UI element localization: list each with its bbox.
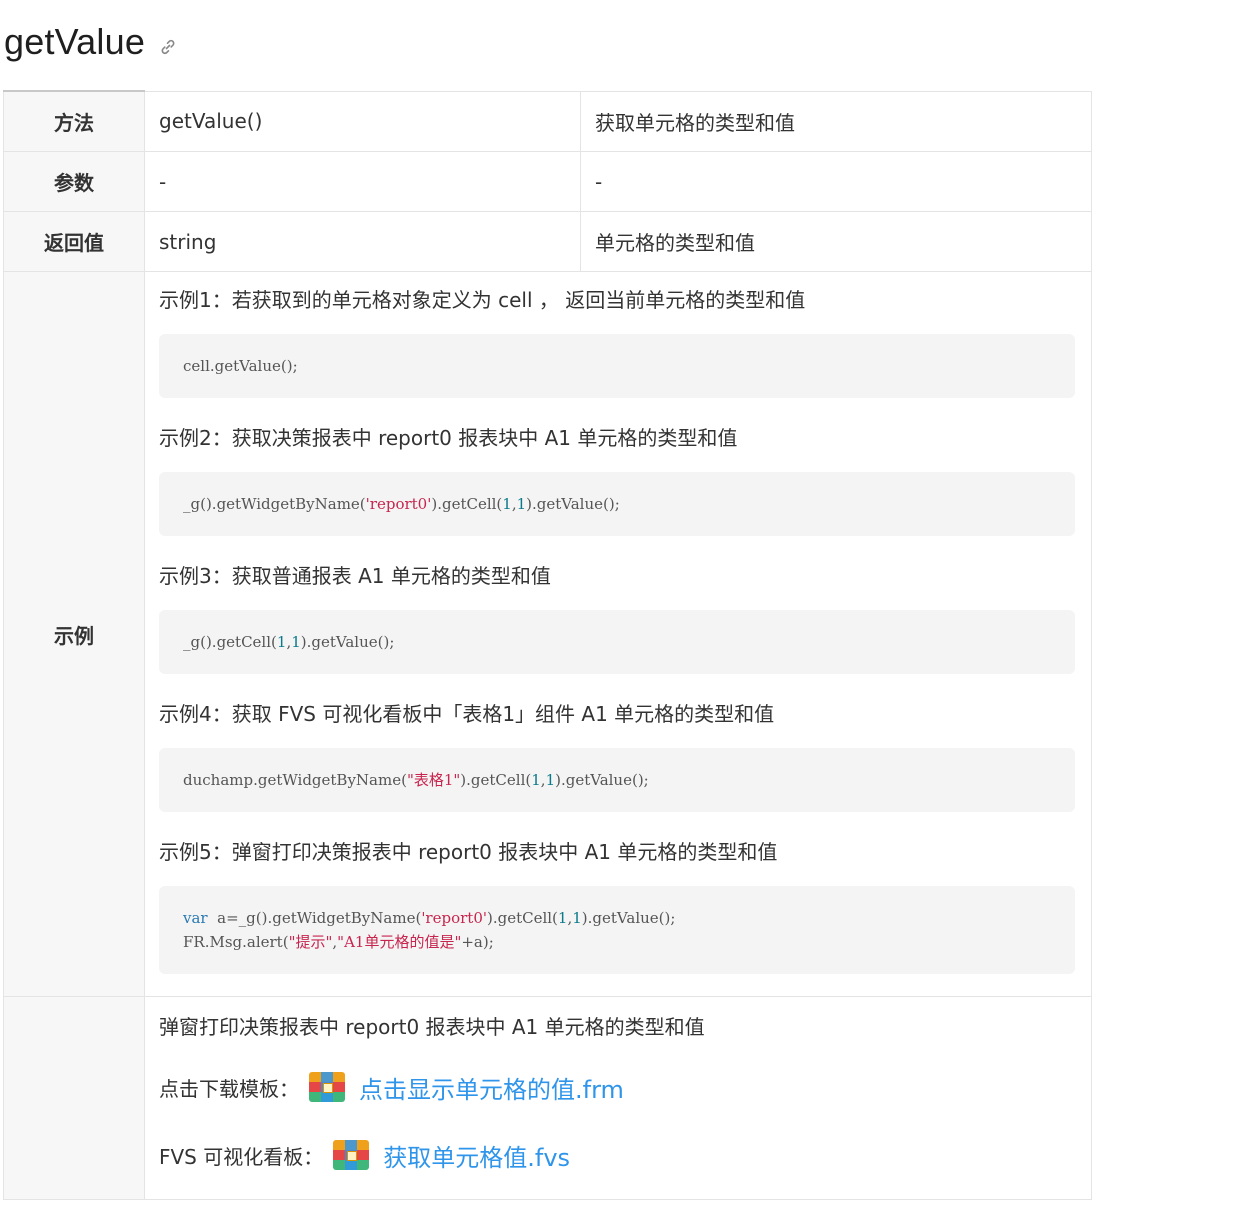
code-line: _g().getCell(1,1).getValue(); bbox=[183, 633, 394, 651]
table-row-return: 返回值 string 单元格的类型和值 bbox=[3, 211, 1092, 272]
row-value: - bbox=[144, 151, 581, 212]
code-token: ).getCell( bbox=[486, 909, 558, 927]
code-line: FR.Msg.alert("提示","A1单元格的值是"+a); bbox=[183, 930, 1051, 954]
code-string: "提示" bbox=[288, 933, 333, 951]
row-desc: - bbox=[580, 151, 1092, 212]
page-heading: getValue bbox=[4, 14, 177, 70]
code-number: 1 bbox=[276, 633, 287, 651]
code-line: _g().getWidgetByName('report0').getCell(… bbox=[183, 495, 620, 513]
examples-cell: 示例1：若获取到的单元格对象定义为 cell ， 返回当前单元格的类型和值 ce… bbox=[144, 271, 1092, 997]
row-value: string bbox=[144, 211, 581, 272]
example-3-code[interactable]: _g().getCell(1,1).getValue(); bbox=[159, 610, 1075, 674]
code-number: 1 bbox=[572, 909, 582, 927]
code-token: ).getCell( bbox=[431, 495, 503, 513]
table-row-method: 方法 getValue() 获取单元格的类型和值 bbox=[3, 90, 1092, 152]
row-key: 方法 bbox=[3, 90, 145, 152]
code-number: 1 bbox=[291, 633, 301, 651]
fvs-download-link[interactable]: 获取单元格值.fvs bbox=[383, 1138, 570, 1173]
example-2-code[interactable]: _g().getWidgetByName('report0').getCell(… bbox=[159, 472, 1075, 536]
code-line: duchamp.getWidgetByName("表格1").getCell(1… bbox=[183, 771, 649, 789]
table-row-examples: 示例 示例1：若获取到的单元格对象定义为 cell ， 返回当前单元格的类型和值… bbox=[3, 271, 1092, 997]
code-number: 1 bbox=[531, 771, 541, 789]
row-key: 返回值 bbox=[3, 211, 145, 272]
example-4-desc: 示例4：获取 FVS 可视化看板中「表格1」组件 A1 单元格的类型和值 bbox=[159, 702, 775, 726]
code-number: 1 bbox=[502, 495, 512, 513]
code-line: var a=_g().getWidgetByName('report0').ge… bbox=[183, 906, 1051, 930]
fvs-label: FVS 可视化看板： bbox=[159, 1144, 324, 1169]
code-token: ).getCell( bbox=[460, 771, 532, 789]
table-row-downloads: 弹窗打印决策报表中 report0 报表块中 A1 单元格的类型和值 点击下载模… bbox=[3, 996, 1092, 1200]
row-key bbox=[3, 996, 145, 1200]
row-desc: 获取单元格的类型和值 bbox=[580, 90, 1092, 152]
row-desc: 单元格的类型和值 bbox=[580, 211, 1092, 272]
code-token: a=_g().getWidgetByName( bbox=[207, 909, 422, 927]
example-2-desc: 示例2：获取决策报表中 report0 报表块中 A1 单元格的类型和值 bbox=[159, 426, 738, 450]
code-token: duchamp.getWidgetByName( bbox=[183, 771, 407, 789]
example-1-desc: 示例1：若获取到的单元格对象定义为 cell ， 返回当前单元格的类型和值 bbox=[159, 288, 806, 312]
row-value: getValue() bbox=[144, 90, 581, 152]
example-4-code[interactable]: duchamp.getWidgetByName("表格1").getCell(1… bbox=[159, 748, 1075, 812]
code-number: 1 bbox=[516, 495, 527, 513]
link-icon[interactable] bbox=[159, 38, 177, 56]
example-5-code[interactable]: var a=_g().getWidgetByName('report0').ge… bbox=[159, 886, 1075, 974]
fvs-download-row: FVS 可视化看板： 获取单元格值.fvs bbox=[159, 1135, 1077, 1175]
code-token: ).getValue(); bbox=[526, 495, 620, 513]
code-token: FR.Msg.alert( bbox=[183, 933, 289, 951]
template-label: 点击下载模板： bbox=[159, 1076, 299, 1101]
downloads-desc: 弹窗打印决策报表中 report0 报表块中 A1 单元格的类型和值 bbox=[159, 1015, 705, 1039]
code-string: "表格1" bbox=[406, 771, 461, 789]
code-token: ).getValue(); bbox=[581, 909, 676, 927]
code-token: ).getValue(); bbox=[300, 633, 395, 651]
code-string: 'report0' bbox=[365, 495, 432, 513]
row-key: 参数 bbox=[3, 151, 145, 212]
example-3-desc: 示例3：获取普通报表 A1 单元格的类型和值 bbox=[159, 564, 551, 588]
downloads-cell: 弹窗打印决策报表中 report0 报表块中 A1 单元格的类型和值 点击下载模… bbox=[144, 996, 1092, 1200]
archive-file-icon bbox=[333, 1140, 370, 1170]
code-token: ).getValue(); bbox=[555, 771, 649, 789]
page-title: getValue bbox=[4, 21, 146, 62]
template-download-link[interactable]: 点击显示单元格的值.frm bbox=[359, 1070, 624, 1105]
code-keyword: var bbox=[183, 909, 208, 927]
example-5-desc: 示例5：弹窗打印决策报表中 report0 报表块中 A1 单元格的类型和值 bbox=[159, 840, 778, 864]
template-download-row: 点击下载模板： 点击显示单元格的值.frm bbox=[159, 1067, 1077, 1107]
api-table: 方法 getValue() 获取单元格的类型和值 参数 - - 返回值 stri… bbox=[3, 90, 1092, 1200]
row-key: 示例 bbox=[3, 271, 145, 997]
code-string: "A1单元格的值是" bbox=[337, 933, 462, 951]
code-token: _g().getWidgetByName( bbox=[183, 495, 366, 513]
code-number: 1 bbox=[545, 771, 556, 789]
example-1-code[interactable]: cell.getValue(); bbox=[159, 334, 1075, 398]
code-token: _g().getCell( bbox=[183, 633, 277, 651]
archive-file-icon bbox=[309, 1072, 345, 1102]
table-row-params: 参数 - - bbox=[3, 151, 1092, 212]
code-token: +a); bbox=[461, 933, 494, 951]
code-string: 'report0' bbox=[421, 909, 487, 927]
code-line: cell.getValue(); bbox=[183, 357, 298, 375]
